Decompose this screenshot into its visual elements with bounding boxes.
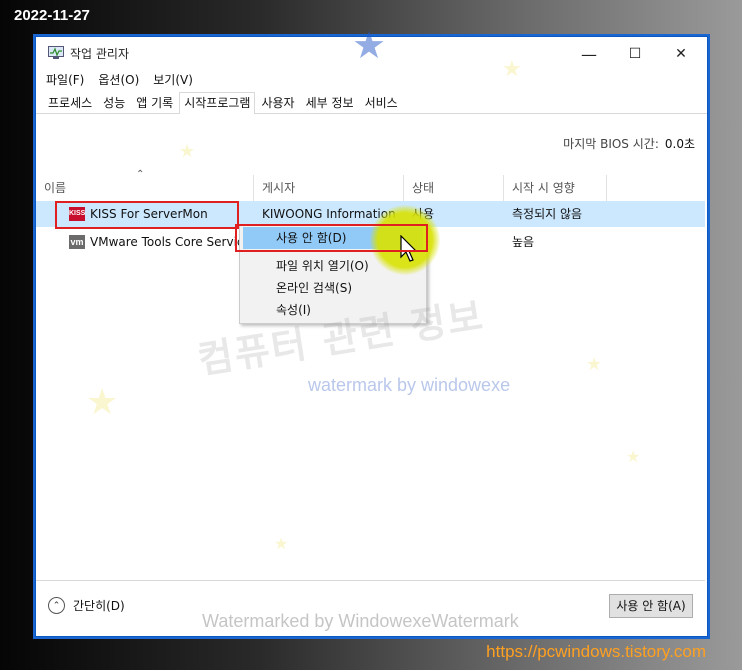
tab-services[interactable]: 서비스 [360,93,403,113]
tab-processes[interactable]: 프로세스 [43,93,97,113]
bios-time-value: 0.0초 [664,137,695,151]
highlight-box-app [55,201,239,229]
star-icon: ★ [502,57,522,82]
watermark-english: watermark by windowexe [308,375,511,395]
star-icon: ★ [179,141,196,162]
maximize-icon: ☐ [628,46,642,62]
tab-startup[interactable]: 시작프로그램 [179,92,256,114]
disable-button[interactable]: 사용 안 함(A) [609,594,693,618]
column-header-status[interactable]: 상태 [404,175,504,201]
chevron-up-icon: ⌃ [48,597,65,614]
fewer-details-link[interactable]: ⌃ 간단히(D) [48,597,125,614]
site-url: https://pcwindows.tistory.com [486,642,706,661]
menu-bar: 파일(F) 옵션(O) 보기(V) [36,71,707,91]
column-header-publisher-label: 게시자 [262,181,296,195]
minimize-button[interactable]: — [566,37,612,71]
fewer-details-label: 간단히(D) [73,599,125,613]
star-icon: ★ [86,382,119,423]
tab-app-history[interactable]: 앱 기록 [131,93,178,113]
row-name: VMware Tools Core Service [90,235,251,249]
watermark-bottom: Watermarked by WindowexeWatermark [202,611,519,631]
star-icon: ★ [586,354,603,375]
column-header-publisher[interactable]: 게시자 [254,175,404,201]
vmware-icon: vm [69,235,85,249]
task-manager-window: 작업 관리자 — ☐ ✕ 파일(F) 옵션(O) 보기(V) 프로세스 성능 앱… [35,23,708,637]
menu-file[interactable]: 파일(F) [46,71,92,91]
row-impact: 높음 [512,235,535,249]
menu-options[interactable]: 옵션(O) [98,71,147,91]
tab-users[interactable]: 사용자 [256,93,299,113]
window-title: 작업 관리자 [70,47,130,61]
context-item-search-online[interactable]: 온라인 검색(S) [243,277,423,299]
star-icon: ★ [626,447,641,466]
bios-time: 마지막 BIOS 시간: 0.0초 [563,135,695,152]
row-impact: 측정되지 않음 [512,207,583,221]
star-icon: ★ [274,534,289,553]
bios-time-label: 마지막 BIOS 시간: [563,137,659,151]
column-header-impact-label: 시작 시 영향 [512,181,575,195]
minimize-icon: — [581,44,597,64]
close-button[interactable]: ✕ [658,37,704,71]
task-manager-icon [48,46,64,59]
column-headers: 이름 게시자 상태 시작 시 영향 [36,175,607,201]
maximize-button[interactable]: ☐ [612,37,658,71]
column-header-status-label: 상태 [412,181,435,195]
capture-date: 2022-11-27 [14,7,90,24]
tab-details[interactable]: 세부 정보 [301,93,359,113]
tab-strip: 프로세스 성능 앱 기록 시작프로그램 사용자 세부 정보 서비스 [36,91,707,114]
column-header-impact[interactable]: 시작 시 영향 [504,175,607,201]
highlight-box-disable [235,224,428,252]
menu-view[interactable]: 보기(V) [153,71,201,91]
column-header-name[interactable]: 이름 [36,175,254,201]
star-icon: ★ [352,23,387,67]
close-icon: ✕ [675,46,687,62]
tab-performance[interactable]: 성능 [98,93,130,113]
column-header-name-label: 이름 [44,181,67,195]
